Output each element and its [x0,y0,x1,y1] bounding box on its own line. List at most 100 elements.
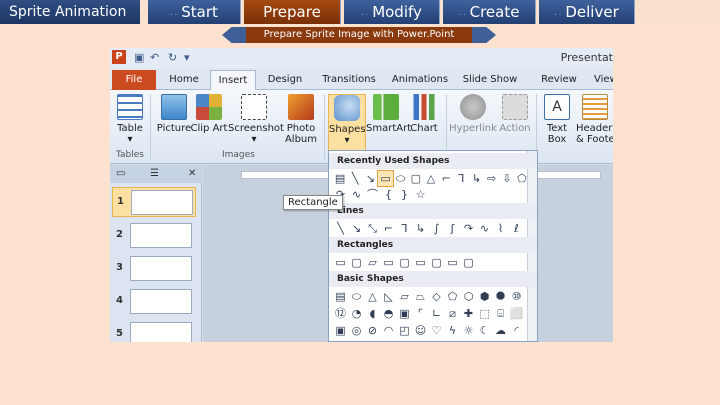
tab-home[interactable]: Home [162,70,206,90]
nav-tab-deliver[interactable]: .. Deliver [539,0,635,24]
cube-shape-icon[interactable]: ⬜ [509,306,524,321]
close-pane-icon[interactable]: ✕ [188,168,196,179]
double-arrow-shape-icon[interactable]: ⤡ [365,221,380,236]
snip-rectangle-shape-icon[interactable]: ▢ [397,255,412,270]
nav-tab-create[interactable]: .. Create [443,0,536,24]
dodecagon-shape-icon[interactable]: ⑫ [333,306,348,321]
slide-thumbnail[interactable]: 2 [112,221,196,251]
rectangle-shape-icon[interactable]: ▭ [333,255,348,270]
half-frame-shape-icon[interactable]: ⌜ [413,306,428,321]
line-shape-icon[interactable]: ╲ [333,221,348,236]
moon-shape-icon[interactable]: ☾ [477,323,492,338]
oval-shape-icon[interactable]: ⬭ [349,289,364,304]
powerpoint-logo-icon[interactable]: P [112,50,126,64]
tab-review[interactable]: Review [534,70,584,90]
undo-icon[interactable]: ↶ [150,51,159,64]
freeform-shape-icon[interactable]: ⌇ [493,221,508,236]
tab-animations[interactable]: Animations [388,70,452,90]
no-symbol-shape-icon[interactable]: ⊘ [365,323,380,338]
down-arrow-shape-icon[interactable]: ⇩ [500,171,514,186]
hexagon-shape-icon[interactable]: ⬡ [461,289,476,304]
pentagon-shape-icon[interactable]: ⬠ [445,289,460,304]
parallelogram-shape-icon[interactable]: ▱ [397,289,412,304]
line-shape-icon[interactable]: ╲ [348,171,362,186]
screenshot-button[interactable]: Screenshot ▾ [228,94,284,145]
action-button[interactable]: Action [498,94,532,134]
frame-shape-icon[interactable]: ▣ [397,306,412,321]
heart-shape-icon[interactable]: ♡ [429,323,444,338]
arrow-left-icon[interactable] [222,27,246,43]
folded-corner-shape-icon[interactable]: ◰ [397,323,412,338]
heptagon-shape-icon[interactable]: ⬢ [477,289,492,304]
cross-shape-icon[interactable]: ✚ [461,306,476,321]
round-rectangle-shape-icon[interactable]: ▭ [413,255,428,270]
right-triangle-shape-icon[interactable]: ◺ [381,289,396,304]
arc-shape-icon[interactable]: ⌒ [365,187,380,202]
curved-arrow-shape-icon[interactable]: ↷ [461,221,476,236]
right-arrow-shape-icon[interactable]: ⇨ [485,171,499,186]
plaque-shape-icon[interactable]: ⬚ [477,306,492,321]
round-rectangle-shape-icon[interactable]: ▢ [461,255,476,270]
slide-thumbnail[interactable]: 5 [112,320,196,342]
chord-shape-icon[interactable]: ◖ [365,306,380,321]
l-shape-icon[interactable]: ∟ [429,306,444,321]
block-arc-shape-icon[interactable]: ◠ [381,323,396,338]
diagonal-stripe-shape-icon[interactable]: ⧄ [445,306,460,321]
photo-album-button[interactable]: Photo Album [282,94,320,145]
outline-tab-icon[interactable]: ☰ [150,168,159,179]
tab-transitions[interactable]: Transitions [316,70,382,90]
teardrop-shape-icon[interactable]: ◓ [381,306,396,321]
elbow-connector-shape-icon[interactable]: ⅂ [397,221,412,236]
pie-shape-icon[interactable]: ◔ [349,306,364,321]
curved-connector-shape-icon[interactable]: ∫ [429,221,444,236]
nav-tab-start[interactable]: .. Start [148,0,241,24]
brace-shape-icon[interactable]: } [397,187,412,202]
scribble-shape-icon[interactable]: ℓ [509,221,524,236]
tab-file[interactable]: File [112,70,156,90]
arrow-line-shape-icon[interactable]: ↘ [349,221,364,236]
text-box-button[interactable]: A Text Box [538,94,576,145]
snip-shape-icon[interactable]: ⬠ [515,171,529,186]
round-rectangle-shape-icon[interactable]: ▭ [445,255,460,270]
rounded-rectangle-shape-icon[interactable]: ▢ [409,171,423,186]
diamond-shape-icon[interactable]: ◇ [429,289,444,304]
round-rectangle-shape-icon[interactable]: ▢ [429,255,444,270]
shapes-button[interactable]: Shapes ▾ [328,94,366,152]
elbow-connector-shape-icon[interactable]: ⅂ [454,171,468,186]
oval-shape-icon[interactable]: ⬭ [394,171,408,186]
arrow-line-shape-icon[interactable]: ↘ [363,171,377,186]
nav-tab-modify[interactable]: .. Modify [344,0,440,24]
snip-rectangle-shape-icon[interactable]: ▱ [365,255,380,270]
donut-shape-icon[interactable]: ◎ [349,323,364,338]
save-icon[interactable]: ▣ [134,51,144,64]
arc-shape-icon[interactable]: ◜ [509,323,524,338]
triangle-shape-icon[interactable]: △ [365,289,380,304]
rounded-rectangle-shape-icon[interactable]: ▢ [349,255,364,270]
redo-icon[interactable]: ↻ [168,51,177,64]
hyperlink-button[interactable]: Hyperlink [448,94,498,134]
text-box-shape-icon[interactable]: ▤ [333,289,348,304]
trapezoid-shape-icon[interactable]: ⏢ [413,289,428,304]
curve-shape-icon[interactable]: ∿ [349,187,364,202]
curve-shape-icon[interactable]: ∿ [477,221,492,236]
slides-tab-icon[interactable]: ▭ [116,168,125,179]
snip-rectangle-shape-icon[interactable]: ▭ [381,255,396,270]
triangle-shape-icon[interactable]: △ [424,171,438,186]
elbow-connector-shape-icon[interactable]: ⌐ [381,221,396,236]
sun-shape-icon[interactable]: ☼ [461,323,476,338]
nav-tab-prepare[interactable]: Prepare [244,0,341,24]
brace-shape-icon[interactable]: { [381,187,396,202]
tab-design[interactable]: Design [260,70,310,90]
elbow-arrow-shape-icon[interactable]: ↳ [469,171,483,186]
elbow-connector-shape-icon[interactable]: ⌐ [439,171,453,186]
curved-connector-shape-icon[interactable]: ʃ [445,221,460,236]
smiley-face-shape-icon[interactable]: ☺ [413,323,428,338]
decagon-shape-icon[interactable]: ⑩ [509,289,524,304]
elbow-arrow-shape-icon[interactable]: ↳ [413,221,428,236]
slide-thumbnail[interactable]: 4 [112,287,196,317]
cloud-shape-icon[interactable]: ☁ [493,323,508,338]
clip-art-button[interactable]: Clip Art [190,94,228,134]
bevel-shape-icon[interactable]: ▣ [333,323,348,338]
tab-slide-show[interactable]: Slide Show [460,70,520,90]
rectangle-shape-icon[interactable]: ▭ [377,170,394,187]
